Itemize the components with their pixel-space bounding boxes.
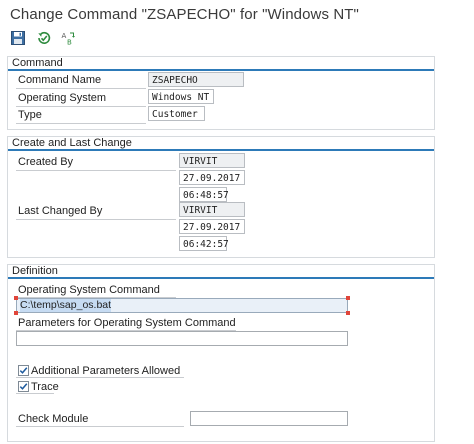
created-time: 06:48:57 xyxy=(179,187,229,202)
save-button[interactable] xyxy=(10,30,28,48)
label-underline xyxy=(16,88,146,89)
parameters-input[interactable] xyxy=(16,331,348,346)
trace-checkbox[interactable] xyxy=(18,381,29,392)
command-name-value: ZSAPECHO xyxy=(148,72,244,87)
last-changed-time: 06:42:57 xyxy=(179,236,229,251)
label-underline xyxy=(16,393,54,394)
os-command-value: C:\temp\sap_os.bat xyxy=(20,299,112,312)
create-change-group-header: Create and Last Change xyxy=(8,137,434,151)
label-underline xyxy=(16,219,176,220)
create-change-group: Create and Last Change Created By VIRVIT… xyxy=(7,136,435,258)
save-icon xyxy=(11,31,25,45)
command-group: Command Command Name ZSAPECHO Operating … xyxy=(7,56,435,130)
operating-system-label: Operating System xyxy=(18,92,107,104)
additional-params-label: Additional Parameters Allowed xyxy=(31,365,181,377)
checkmark-icon xyxy=(19,383,28,390)
label-underline xyxy=(16,106,146,107)
definition-group: Definition Operating System Command C:\t… xyxy=(7,264,435,442)
os-command-input[interactable]: C:\temp\sap_os.bat xyxy=(16,298,348,313)
check-module-label: Check Module xyxy=(18,413,89,425)
command-name-label: Command Name xyxy=(18,74,102,86)
check-module-input[interactable] xyxy=(190,411,348,426)
type-label: Type xyxy=(18,109,42,121)
selection-handle xyxy=(14,296,18,300)
label-underline xyxy=(16,426,184,427)
created-by-user: VIRVIT xyxy=(179,153,245,168)
last-changed-date: 27.09.2017 xyxy=(179,219,245,234)
selection-handle xyxy=(346,296,350,300)
label-underline xyxy=(16,123,146,124)
created-by-label: Created By xyxy=(18,156,74,168)
display-change-icon: A B xyxy=(62,32,75,47)
created-date: 27.09.2017 xyxy=(179,170,245,185)
definition-group-header: Definition xyxy=(8,265,434,279)
checkmark-icon xyxy=(19,367,28,374)
label-underline xyxy=(16,377,184,378)
check-icon xyxy=(38,31,51,44)
operating-system-value: Windows NT xyxy=(148,89,214,104)
selection-handle xyxy=(346,311,350,315)
trace-label: Trace xyxy=(31,381,59,393)
window-title: Change Command "ZSAPECHO" for "Windows N… xyxy=(10,6,359,23)
additional-params-checkbox[interactable] xyxy=(18,365,29,376)
svg-text:A: A xyxy=(62,32,67,40)
last-changed-by-label: Last Changed By xyxy=(18,205,103,217)
command-group-header: Command xyxy=(8,57,434,71)
type-value: Customer xyxy=(148,106,205,121)
last-changed-by-user: VIRVIT xyxy=(179,202,245,217)
check-button[interactable] xyxy=(36,30,54,48)
parameters-label: Parameters for Operating System Command xyxy=(18,317,236,329)
label-underline xyxy=(16,170,176,171)
os-command-label: Operating System Command xyxy=(18,284,160,296)
selection-handle xyxy=(14,311,18,315)
svg-text:B: B xyxy=(67,39,72,47)
display-change-button[interactable]: A B xyxy=(60,30,78,48)
